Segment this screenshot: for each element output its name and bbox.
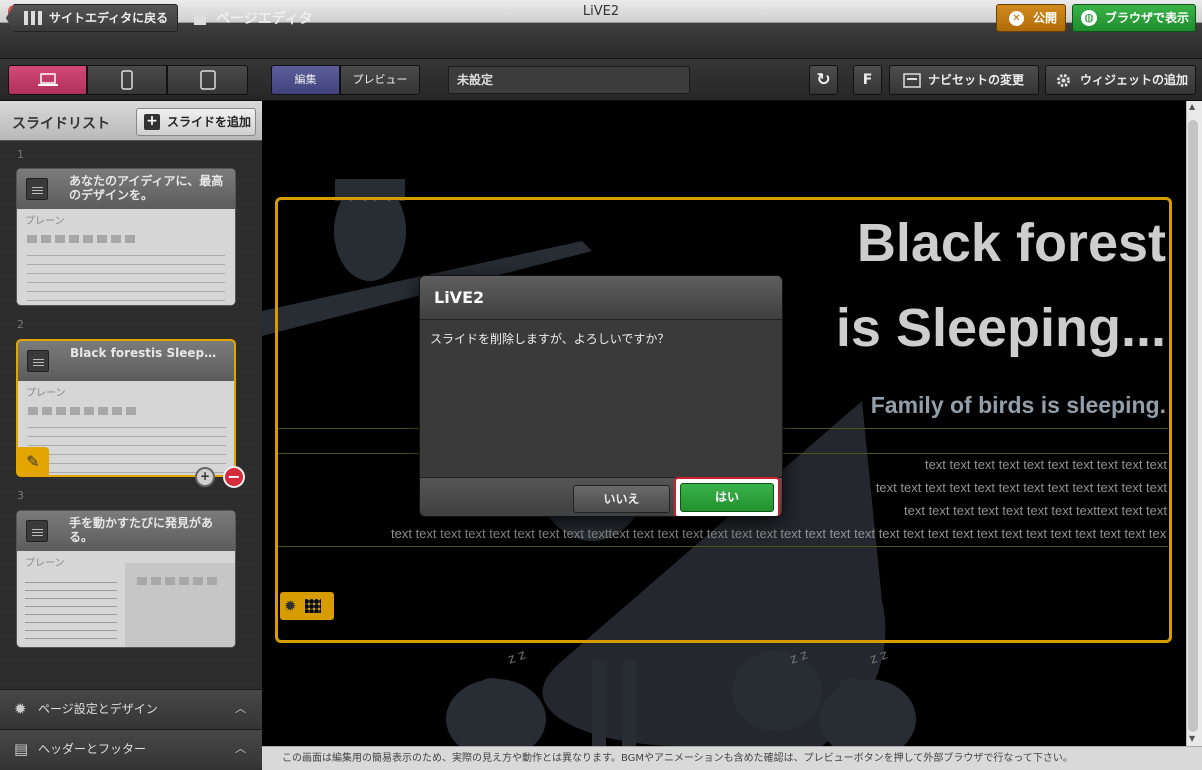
navi-icon [903,73,921,88]
status-bar: この画面は編集用の簡易表示のため、実際の見え方や動作とは異なります。BGMやアニ… [262,746,1202,770]
tablet-icon [199,70,216,90]
refresh-icon: ↻ [816,70,831,90]
refresh-button[interactable]: ↻ [809,65,838,95]
slide-card-2[interactable]: Black forestis Sleep… プレーン [16,339,236,477]
slide-list-title: スライドリスト [12,116,110,132]
slide-card-1[interactable]: あなたのアイディアに、最高のデザインを。 プレーン [16,168,236,306]
delete-slide-icon[interactable]: − [223,466,245,488]
publish-button[interactable]: 公開 [996,4,1066,32]
no-button[interactable]: いいえ [573,485,670,513]
scrollbar-thumb[interactable] [1188,120,1198,732]
scroll-up-arrow[interactable]: ▲ [1189,102,1195,111]
page-settings-design-panel[interactable]: ✹ ページ設定とデザイン ︿ [0,689,262,729]
slide-card-title: Black forestis Sleep… [70,346,217,360]
page-settings-label: ページ設定とデザイン [38,702,158,716]
header-footer-panel[interactable]: ▤ ヘッダーとフッター ︿ [0,729,262,769]
device-tablet-button[interactable] [167,65,248,95]
device-pc-button[interactable] [8,65,87,95]
slide-text-icon [26,178,48,200]
slide-text-icon [27,350,49,372]
document-icon [194,10,206,25]
page-title-field[interactable]: 未設定 [448,66,690,94]
header-footer-icon: ▤ [14,740,29,758]
slide-card-3[interactable]: 手を動かすたびに発見がある。 プレーン [16,510,236,648]
globe-icon: ◍ [1081,10,1097,26]
slide-text-icon [26,520,48,542]
confirm-delete-dialog: LiVE2 スライドを削除しますが、よろしいですか？ いいえ はい [419,275,783,517]
dialog-title: LiVE2 [420,276,782,320]
f-button[interactable]: F [853,65,882,95]
window-title: LiVE2 [582,4,620,19]
yes-button[interactable]: はい [680,483,774,512]
gear-icon: ✹ [14,700,27,718]
header-footer-label: ヘッダーとフッター [38,742,147,756]
slide-type-label: プレーン [26,388,66,399]
dialog-footer: いいえ はい [420,477,782,516]
grid-icon [24,11,42,25]
plus-icon: + [144,114,160,130]
chevron-up-icon: ︿ [235,742,246,755]
slide-number: 3 [17,489,24,502]
dialog-message: スライドを削除しますが、よろしいですか？ [420,320,782,477]
edit-mode-tab[interactable]: 編集 [271,65,340,95]
scroll-down-arrow[interactable]: ▼ [1189,734,1195,743]
slide-type-label: プレーン [25,558,65,569]
chevron-up-icon: ︿ [235,702,246,715]
page-editor-title: ページエディタ [216,11,313,27]
device-smartphone-button[interactable] [87,65,167,95]
slide-number: 2 [17,318,24,331]
slide-type-label: プレーン [25,216,65,227]
duplicate-slide-icon[interactable]: + [195,467,215,487]
publish-icon: ✕ [1009,11,1024,26]
slide-number: 1 [17,148,24,161]
pencil-icon[interactable]: ✎ [17,447,49,477]
slide-card-title: 手を動かすたびに発見がある。 [69,516,214,544]
smartphone-icon [121,70,133,90]
yes-button-focus-ring: はい [674,477,780,516]
preview-mode-tab[interactable]: プレビュー [340,65,420,95]
gear-icon [1057,74,1070,87]
slide-card-title: あなたのアイディアに、最高のデザインを。 [69,174,224,202]
laptop-icon [37,73,58,86]
